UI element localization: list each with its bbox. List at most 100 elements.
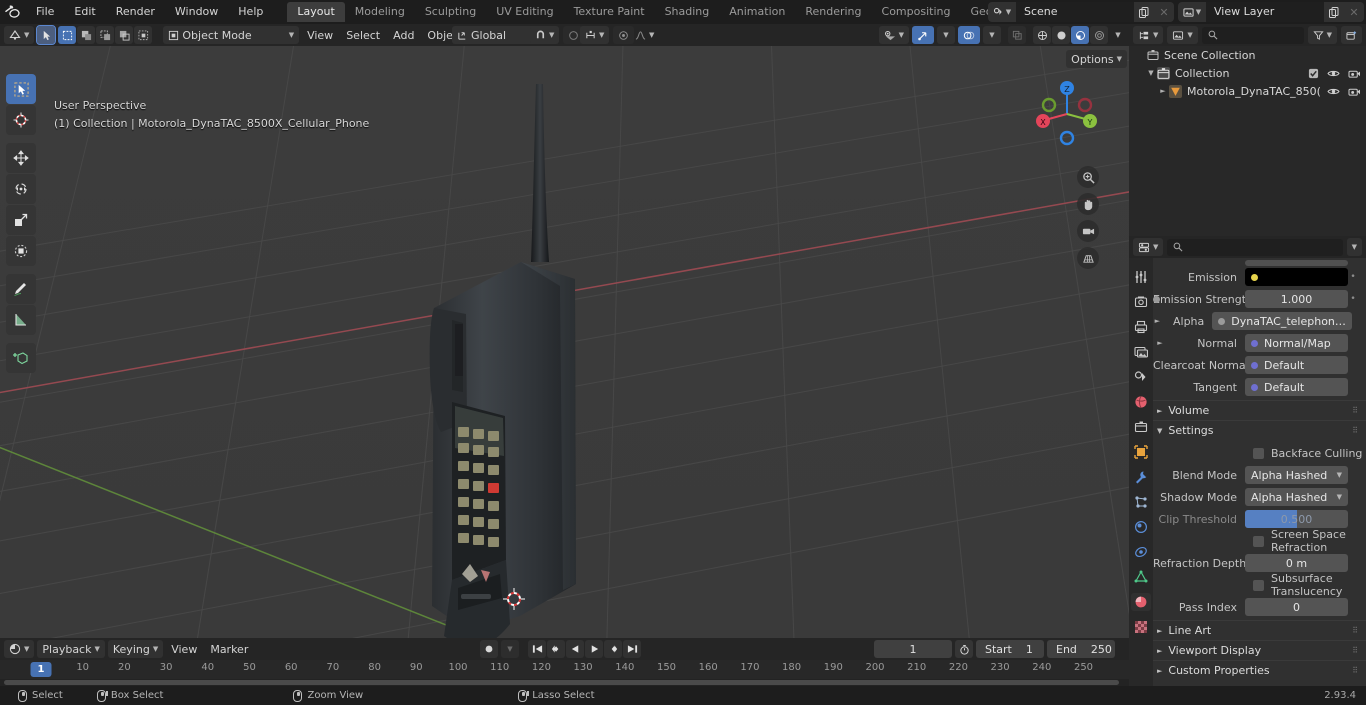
outliner-row-object[interactable]: ► Motorola_DynaTAC_850( bbox=[1129, 82, 1366, 100]
output-tab[interactable] bbox=[1131, 318, 1151, 336]
3d-viewport[interactable]: ▼ Object Mode ▼ View Select Add Object G… bbox=[0, 24, 1129, 638]
camera-icon[interactable] bbox=[1077, 220, 1099, 242]
timeline-editor-type-icon[interactable]: ▼ bbox=[4, 640, 35, 658]
tool-tab[interactable] bbox=[1131, 268, 1151, 286]
play-reverse-icon[interactable] bbox=[566, 640, 584, 658]
rotate-tool[interactable] bbox=[6, 174, 36, 204]
blender-logo-icon[interactable] bbox=[0, 0, 26, 24]
play-icon[interactable] bbox=[585, 640, 603, 658]
clip-threshold-slider[interactable]: 0.500 bbox=[1245, 510, 1348, 528]
viewport-menu-view[interactable]: View bbox=[302, 26, 338, 44]
view-layer-selector[interactable]: ▼ View Layer ✕ bbox=[1178, 2, 1364, 22]
box-select-icon[interactable] bbox=[58, 26, 77, 44]
texture-tab[interactable] bbox=[1131, 618, 1151, 636]
menu-file[interactable]: File bbox=[26, 0, 64, 24]
panel-settings[interactable]: ▼ Settings ⠿ bbox=[1153, 420, 1366, 440]
render-tab[interactable] bbox=[1131, 293, 1151, 311]
panel-custom-properties[interactable]: ► Custom Properties ⠿ bbox=[1153, 660, 1366, 680]
view-layer-remove-button[interactable]: ✕ bbox=[1344, 2, 1364, 22]
view-layer-tab[interactable] bbox=[1131, 343, 1151, 361]
workspace-tab-texture-paint[interactable]: Texture Paint bbox=[564, 2, 655, 22]
record-dropdown[interactable]: ▼ bbox=[501, 640, 519, 658]
constraints-tab[interactable] bbox=[1131, 543, 1151, 561]
gizmo-icon[interactable] bbox=[912, 26, 934, 44]
subtract-select-icon[interactable] bbox=[96, 26, 115, 44]
outliner-search-input[interactable] bbox=[1201, 26, 1304, 44]
menu-render[interactable]: Render bbox=[106, 0, 165, 24]
properties-editor[interactable]: ▼ ▼ Emission • Emission Strengt 1.000 • … bbox=[1129, 236, 1366, 686]
expand-icon[interactable]: ► bbox=[1153, 339, 1167, 347]
overlays-dropdown[interactable]: ▼ bbox=[983, 26, 1001, 44]
start-frame-field[interactable]: Start 1 bbox=[976, 640, 1044, 658]
measure-tool[interactable] bbox=[6, 305, 36, 335]
view-layer-icon[interactable]: ▼ bbox=[1178, 2, 1206, 22]
shading-dropdown[interactable]: ▼ bbox=[1109, 26, 1127, 44]
intersect-select-icon[interactable] bbox=[134, 26, 153, 44]
panel-line-art[interactable]: ► Line Art ⠿ bbox=[1153, 620, 1366, 640]
falloff-curve-selector[interactable]: ▼ bbox=[630, 26, 659, 44]
next-keyframe-icon[interactable] bbox=[604, 640, 622, 658]
viewport-menu-select[interactable]: Select bbox=[341, 26, 385, 44]
rendered-icon[interactable] bbox=[1090, 26, 1108, 44]
clearcoat-normal-field[interactable]: Default bbox=[1245, 356, 1348, 374]
timeline-menu-view[interactable]: View bbox=[166, 640, 202, 658]
properties-options-dropdown[interactable]: ▼ bbox=[1346, 238, 1362, 256]
properties-editor-type-icon[interactable]: ▼ bbox=[1133, 238, 1164, 256]
record-icon[interactable] bbox=[480, 640, 498, 658]
jump-end-icon[interactable] bbox=[623, 640, 641, 658]
view-layer-new-button[interactable] bbox=[1324, 2, 1344, 22]
shadow-mode-select[interactable]: Alpha Hashed ▼ bbox=[1245, 488, 1348, 506]
timeline-menu-playback[interactable]: Playback ▼ bbox=[37, 640, 105, 658]
scene-tab[interactable] bbox=[1131, 368, 1151, 386]
move-tool[interactable] bbox=[6, 143, 36, 173]
scene-selector[interactable]: ▼ Scene ✕ bbox=[988, 2, 1174, 22]
pan-icon[interactable] bbox=[1077, 193, 1099, 215]
tweak-select-mode-icon[interactable] bbox=[36, 25, 57, 45]
backface-culling-checkbox[interactable] bbox=[1253, 447, 1264, 459]
timeline-ruler[interactable]: 1 10 20 30 40 50 60 70 80 90 100 110 120 130 140 150 16… bbox=[0, 660, 1129, 679]
end-frame-field[interactable]: End 250 bbox=[1047, 640, 1115, 658]
collection-tab[interactable] bbox=[1131, 418, 1151, 436]
add-cube-tool[interactable] bbox=[6, 343, 36, 373]
visibility-icon[interactable]: ▼ bbox=[878, 26, 909, 44]
tangent-field[interactable]: Default bbox=[1245, 378, 1348, 396]
invert-select-icon[interactable] bbox=[115, 26, 134, 44]
data-tab[interactable] bbox=[1131, 568, 1151, 586]
timeline-scrollbar[interactable] bbox=[0, 679, 1129, 686]
disclosure-closed-icon[interactable]: ► bbox=[1157, 87, 1169, 95]
scene-name[interactable]: Scene bbox=[1016, 2, 1134, 22]
workspace-tab-shading[interactable]: Shading bbox=[655, 2, 720, 22]
menu-help[interactable]: Help bbox=[228, 0, 273, 24]
navigation-gizmo[interactable]: Z X Y bbox=[1027, 72, 1107, 152]
playhead[interactable]: 1 bbox=[30, 662, 52, 677]
zoom-icon[interactable] bbox=[1077, 166, 1099, 188]
menu-edit[interactable]: Edit bbox=[64, 0, 105, 24]
modifier-tab[interactable] bbox=[1131, 468, 1151, 486]
viewport-menu-add[interactable]: Add bbox=[388, 26, 419, 44]
panel-viewport-display[interactable]: ► Viewport Display ⠿ bbox=[1153, 640, 1366, 660]
tweak-tool[interactable] bbox=[6, 74, 36, 104]
camera-icon[interactable] bbox=[1348, 68, 1361, 79]
eye-icon[interactable] bbox=[1327, 86, 1340, 97]
outliner-editor[interactable]: ▼ ▼ ▼ Scene Collection ▼ Collection ► Mo… bbox=[1129, 24, 1366, 236]
workspace-tab-layout[interactable]: Layout bbox=[287, 2, 345, 22]
outliner-filter-icon[interactable]: ▼ bbox=[1307, 26, 1337, 44]
wireframe-icon[interactable] bbox=[1033, 26, 1051, 44]
normal-link-field[interactable]: Normal/Map bbox=[1245, 334, 1348, 352]
overlays-icon[interactable] bbox=[958, 26, 980, 44]
id-type-filter-icon[interactable]: ▼ bbox=[1167, 26, 1198, 44]
current-frame-field[interactable]: 1 bbox=[874, 640, 952, 658]
menu-window[interactable]: Window bbox=[165, 0, 228, 24]
timeline-menu-marker[interactable]: Marker bbox=[205, 640, 253, 658]
workspace-tab-rendering[interactable]: Rendering bbox=[795, 2, 871, 22]
snap-target-selector[interactable]: ▼ bbox=[580, 26, 610, 44]
world-tab[interactable] bbox=[1131, 393, 1151, 411]
outliner-display-icon[interactable]: ▼ bbox=[1133, 26, 1164, 44]
refraction-depth-field[interactable]: 0 m bbox=[1245, 554, 1348, 572]
timeline-editor[interactable]: ▼ Playback ▼ Keying ▼ View Marker ▼ 1 St… bbox=[0, 638, 1129, 686]
pass-index-field[interactable]: 0 bbox=[1245, 598, 1348, 616]
extend-select-icon[interactable] bbox=[77, 26, 96, 44]
blend-mode-select[interactable]: Alpha Hashed ▼ bbox=[1245, 466, 1348, 484]
particles-tab[interactable] bbox=[1131, 493, 1151, 511]
view-layer-name[interactable]: View Layer bbox=[1206, 2, 1324, 22]
